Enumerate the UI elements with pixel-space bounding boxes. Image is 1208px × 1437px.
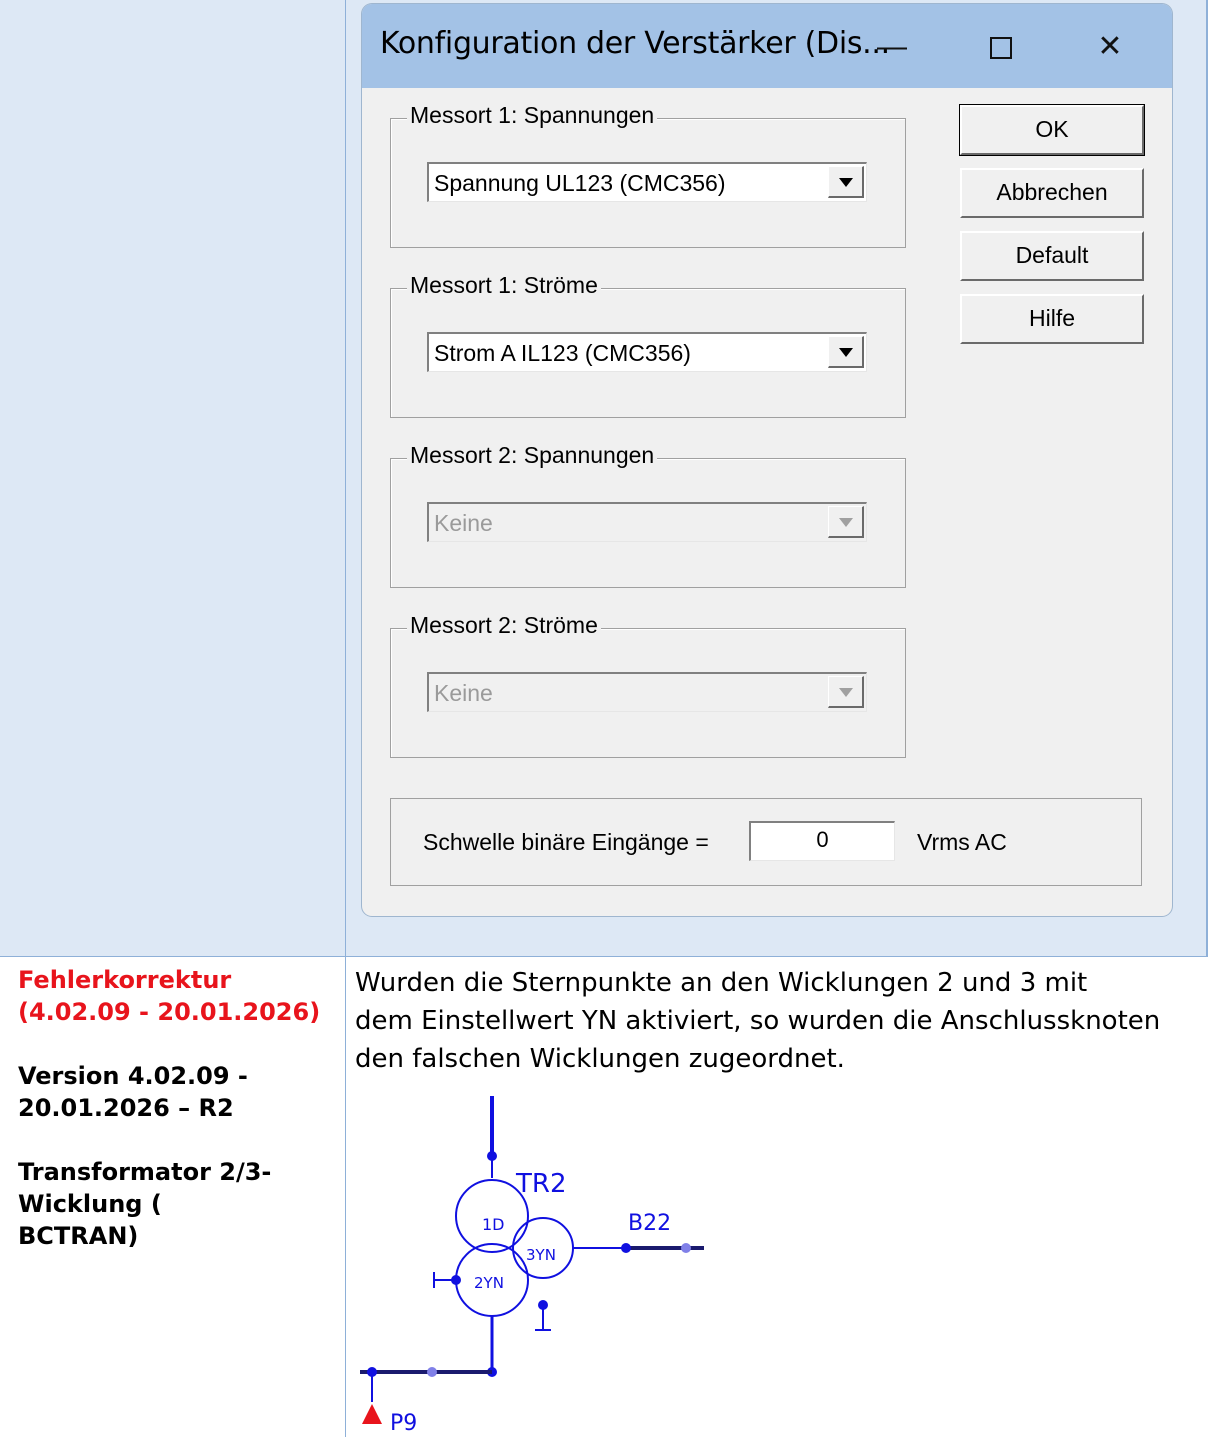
dropdown-button[interactable] [828,166,864,198]
topic-line3: BCTRAN) [18,1222,139,1250]
dropdown-button [828,506,864,538]
select-value: Keine [434,680,493,706]
description-line: dem Einstellwert YN aktiviert, so wurden… [355,1006,1161,1036]
fix-heading-line1: Fehlerkorrektur [18,966,232,994]
topic-line1: Transformator 2/3- [18,1158,272,1186]
help-button[interactable]: Hilfe [960,294,1144,344]
threshold-input[interactable]: 0 [749,821,895,861]
table-row-divider [0,956,1208,957]
close-button[interactable]: ✕ [1085,22,1135,72]
node-p9-2 [427,1367,437,1377]
close-icon: ✕ [1097,30,1123,63]
dialog-title: Konfiguration der Verstärker (Dis... [380,26,890,61]
maximize-button[interactable] [976,22,1026,72]
node-right-2 [681,1243,691,1253]
group-messort2-stroeme: Messort 2: Ströme Keine [390,612,906,758]
winding-1-label: 1D [482,1215,505,1234]
group-label: Messort 1: Ströme [407,272,601,299]
minimize-button[interactable]: — [867,22,917,72]
minimize-icon: — [877,30,907,63]
winding-3-label: 3YN [526,1246,556,1264]
voltage-2-select: Keine [427,502,867,542]
amplifier-config-dialog: Konfiguration der Verstärker (Dis... — ✕… [362,4,1172,916]
ok-button[interactable]: OK [960,105,1144,155]
fix-heading-line2: (4.02.09 - 20.01.2026) [18,998,321,1026]
node-right [621,1243,631,1253]
default-button[interactable]: Default [960,231,1144,281]
version-line1: Version 4.02.09 - [18,1062,248,1090]
dialog-titlebar[interactable]: Konfiguration der Verstärker (Dis... — ✕ [362,4,1172,88]
group-label: Messort 2: Ströme [407,612,601,639]
chevron-down-icon [839,178,853,187]
transformer-label: TR2 [515,1169,567,1199]
winding-2-label: 2YN [474,1274,504,1292]
node-ground-bottom [538,1300,548,1310]
transformer-schematic: TR2 1D 2YN 3YN B22 P9 [360,1096,704,1436]
chevron-down-icon [839,518,853,527]
group-messort2-spannungen: Messort 2: Spannungen Keine [390,442,906,588]
chevron-down-icon [839,688,853,697]
topic-line2: Wicklung ( [18,1190,162,1218]
version-line2: 20.01.2026 – R2 [18,1094,234,1122]
description-line: den falschen Wicklungen zugeordnet. [355,1044,845,1074]
threshold-label: Schwelle binäre Eingänge = [423,829,709,855]
table-cell-top-left [0,0,345,956]
group-label: Messort 2: Spannungen [407,442,658,469]
dropdown-button [828,676,864,708]
group-messort1-spannungen: Messort 1: Spannungen Spannung UL123 (CM… [390,102,906,248]
current-1-select[interactable]: Strom A IL123 (CMC356) [427,332,867,372]
chevron-down-icon [839,348,853,357]
group-label: Messort 1: Spannungen [407,102,658,129]
voltage-1-select[interactable]: Spannung UL123 (CMC356) [427,162,867,202]
cancel-button[interactable]: Abbrechen [960,168,1144,218]
current-2-select: Keine [427,672,867,712]
bus-p9-label: P9 [390,1411,417,1436]
dropdown-button[interactable] [828,336,864,368]
select-value: Spannung UL123 (CMC356) [434,170,726,196]
source-marker-icon [362,1404,382,1424]
description-line: Wurden die Sternpunkte an den Wicklungen… [355,968,1088,998]
threshold-unit: Vrms AC [917,829,1007,855]
description-paragraph: Wurden die Sternpunkte an den Wicklungen… [355,964,1201,1078]
bus-b22-label: B22 [628,1211,671,1236]
select-value: Keine [434,510,493,536]
select-value: Strom A IL123 (CMC356) [434,340,691,366]
threshold-panel: Schwelle binäre Eingänge = 0 Vrms AC [390,798,1142,886]
group-messort1-stroeme: Messort 1: Ströme Strom A IL123 (CMC356) [390,272,906,418]
node-ground-left [451,1275,461,1285]
maximize-icon [990,37,1012,60]
